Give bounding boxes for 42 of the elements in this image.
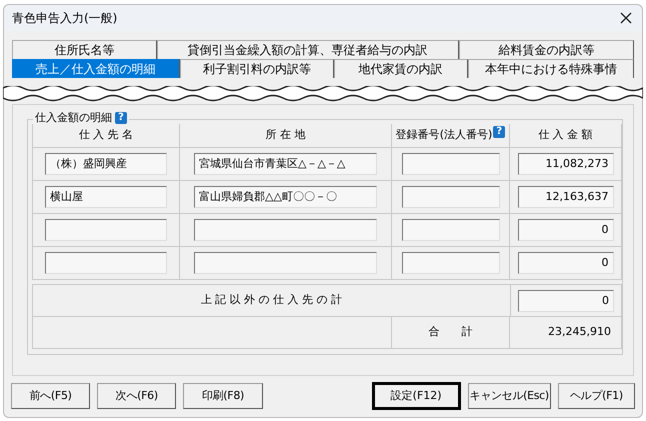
group-title: 仕入金額の明細 — [35, 111, 112, 125]
tab[interactable]: 地代家賃の内訳 — [334, 59, 468, 78]
dialog-button[interactable]: 印刷(F8) — [183, 383, 263, 409]
address-field[interactable] — [194, 219, 377, 241]
amount-field[interactable]: 0 — [518, 252, 614, 274]
tab[interactable]: 住所氏名等 — [12, 40, 157, 59]
column-header: 仕 入 先 名 — [78, 127, 134, 144]
address-field[interactable]: 宮城県仙台市青葉区△－△－△ — [194, 153, 377, 175]
close-icon[interactable] — [620, 12, 632, 24]
help-button[interactable]: ? — [493, 126, 506, 138]
tab[interactable]: 利子割引料の内訳等 — [180, 59, 334, 78]
amount-field[interactable]: 12,163,637 — [518, 186, 614, 208]
column-header: 仕 入 金 額 — [538, 127, 593, 144]
help-button[interactable]: ? — [115, 112, 127, 124]
total-label: 合 計 — [428, 324, 472, 340]
address-field[interactable] — [194, 252, 377, 274]
supplier-name-field[interactable]: （株）盛岡興産 — [45, 153, 167, 175]
address-field[interactable]: 富山県婦負郡△△町〇〇－〇 — [194, 186, 377, 208]
tab[interactable]: 貸倒引当金繰入額の計算、専従者給与の内訳 — [156, 40, 459, 59]
total-value: 23,245,910 — [548, 324, 611, 340]
supplier-name-field[interactable] — [45, 252, 167, 274]
tab[interactable]: 給料賃金の内訳等 — [458, 40, 634, 59]
amount-field[interactable]: 11,082,273 — [518, 153, 614, 175]
registration-number-field[interactable] — [402, 219, 500, 241]
column-header: 所 在 地 — [266, 127, 306, 144]
amount-field[interactable]: 0 — [518, 290, 614, 312]
supplier-name-field[interactable] — [45, 219, 167, 241]
dialog-button[interactable]: 設定(F12) — [372, 382, 461, 410]
supplier-name-field[interactable]: 横山屋 — [45, 186, 167, 208]
tab[interactable]: 売上／仕入金額の明細 — [12, 59, 180, 78]
dialog-button[interactable]: 次へ(F6) — [97, 383, 176, 409]
dialog-button[interactable]: 前へ(F5) — [11, 383, 90, 409]
dialog-button[interactable]: ヘルプ(F1) — [558, 383, 636, 409]
tab[interactable]: 本年中における特殊事情 — [468, 59, 634, 78]
row-label: 上 記 以 外 の 仕 入 先 の 計 — [200, 292, 342, 308]
column-header: 登録番号(法人番号) — [396, 127, 492, 144]
amount-field[interactable]: 0 — [518, 219, 614, 241]
registration-number-field[interactable] — [402, 186, 500, 208]
window-title: 青色申告入力(一般) — [12, 10, 118, 27]
registration-number-field[interactable] — [402, 153, 500, 175]
registration-number-field[interactable] — [402, 252, 500, 274]
dialog-button[interactable]: キャンセル(Esc) — [468, 383, 551, 409]
